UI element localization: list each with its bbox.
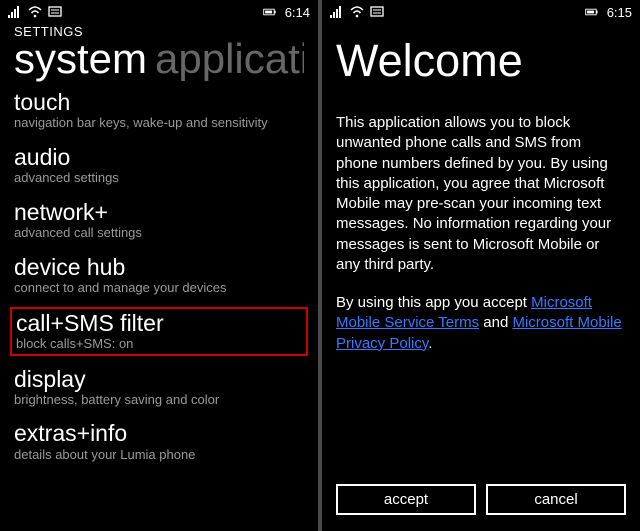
cancel-button[interactable]: cancel	[486, 484, 626, 515]
settings-screen: 6:14 SETTINGS system applications touch …	[0, 0, 318, 531]
button-row: accept cancel	[336, 484, 626, 515]
item-sub: connect to and manage your devices	[14, 280, 304, 296]
item-title: audio	[14, 145, 304, 170]
status-bar: 6:14	[0, 0, 318, 22]
item-sub: advanced settings	[14, 170, 304, 186]
item-sub: block calls+SMS: on	[16, 336, 302, 352]
signal-icon	[330, 6, 344, 18]
clock: 6:14	[285, 5, 310, 20]
item-sub: details about your Lumia phone	[14, 447, 304, 463]
notification-icon	[370, 6, 384, 18]
wifi-icon	[28, 6, 42, 18]
tab-applications[interactable]: applications	[155, 37, 304, 81]
item-title: network+	[14, 200, 304, 225]
item-sub: brightness, battery saving and color	[14, 392, 304, 408]
battery-icon	[585, 6, 599, 18]
item-title: call+SMS filter	[16, 311, 302, 336]
item-touch[interactable]: touch navigation bar keys, wake-up and s…	[14, 89, 304, 132]
item-device-hub[interactable]: device hub connect to and manage your de…	[14, 254, 304, 297]
pivot-tabs[interactable]: system applications	[0, 37, 318, 81]
item-title: extras+info	[14, 421, 304, 446]
item-network-plus[interactable]: network+ advanced call settings	[14, 199, 304, 242]
item-call-sms-filter[interactable]: call+SMS filter block calls+SMS: on	[10, 307, 308, 356]
terms-and: and	[479, 314, 512, 331]
settings-list: touch navigation bar keys, wake-up and s…	[0, 81, 318, 463]
item-title: display	[14, 367, 304, 392]
terms-prefix: By using this app you accept	[336, 294, 531, 311]
battery-icon	[263, 6, 277, 18]
item-title: device hub	[14, 255, 304, 280]
item-sub: advanced call settings	[14, 225, 304, 241]
page-title: Welcome	[322, 22, 640, 83]
accept-button[interactable]: accept	[336, 484, 476, 515]
clock: 6:15	[607, 5, 632, 20]
item-sub: navigation bar keys, wake-up and sensiti…	[14, 115, 304, 131]
item-display[interactable]: display brightness, battery saving and c…	[14, 366, 304, 409]
notification-icon	[48, 6, 62, 18]
item-extras-info[interactable]: extras+info details about your Lumia pho…	[14, 420, 304, 463]
welcome-screen: 6:15 Welcome This application allows you…	[322, 0, 640, 531]
wifi-icon	[350, 6, 364, 18]
item-title: touch	[14, 90, 304, 115]
body-text: This application allows you to block unw…	[322, 83, 640, 275]
item-audio[interactable]: audio advanced settings	[14, 144, 304, 187]
tab-system[interactable]: system	[14, 37, 147, 81]
signal-icon	[8, 6, 22, 18]
terms-text: By using this app you accept Microsoft M…	[322, 275, 640, 354]
terms-suffix: .	[428, 335, 432, 352]
status-bar: 6:15	[322, 0, 640, 22]
